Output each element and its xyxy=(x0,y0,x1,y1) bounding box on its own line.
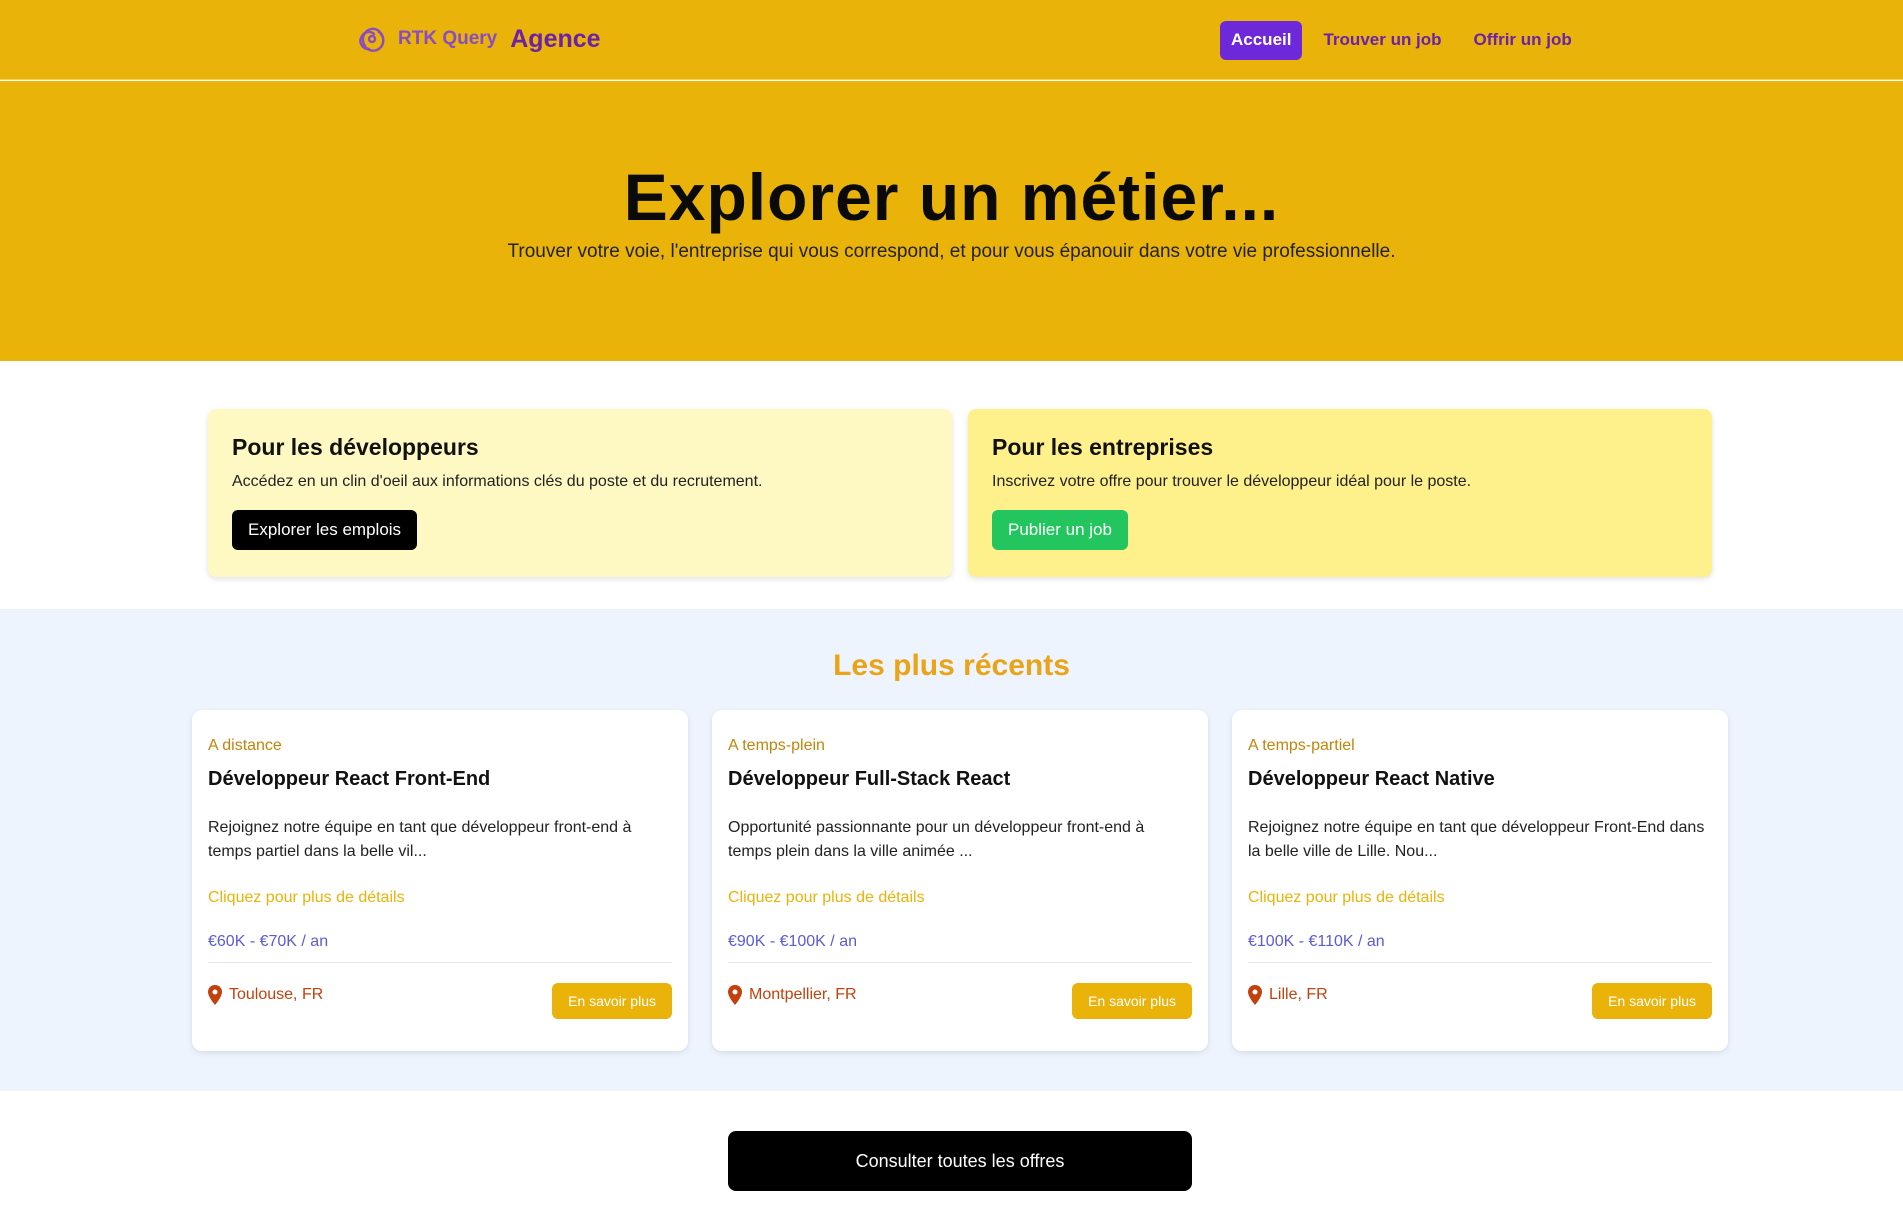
job-location-label: Lille, FR xyxy=(1269,986,1328,1003)
job-card: A temps-plein Développeur Full-Stack Rea… xyxy=(712,710,1208,1051)
map-pin-icon xyxy=(728,985,742,1005)
recent-jobs-section: Les plus récents A distance Développeur … xyxy=(0,609,1903,1091)
publish-job-button[interactable]: Publier un job xyxy=(992,510,1128,550)
divider xyxy=(728,962,1192,963)
job-location-label: Montpellier, FR xyxy=(749,986,857,1003)
job-details-link[interactable]: Cliquez pour plus de détails xyxy=(1248,889,1445,907)
job-salary: €60K - €70K / an xyxy=(208,933,329,950)
job-card: A temps-partiel Développeur React Native… xyxy=(1232,710,1728,1051)
view-all-offers-button[interactable]: Consulter toutes les offres xyxy=(728,1131,1192,1191)
developers-card-title: Pour les développeurs xyxy=(232,434,479,460)
brand-agence-label: Agence xyxy=(510,24,601,53)
job-details-link[interactable]: Cliquez pour plus de détails xyxy=(208,889,405,907)
developers-card: Pour les développeurs Accédez en un clin… xyxy=(208,409,952,577)
job-salary: €90K - €100K / an xyxy=(728,933,857,950)
divider xyxy=(1248,962,1712,963)
job-title: Développeur React Front-End xyxy=(208,768,491,790)
job-location: Montpellier, FR xyxy=(728,985,857,1005)
job-location: Toulouse, FR xyxy=(208,985,323,1005)
companies-card-title: Pour les entreprises xyxy=(992,434,1214,460)
job-details-link[interactable]: Cliquez pour plus de détails xyxy=(728,889,925,907)
job-type: A distance xyxy=(208,737,282,754)
job-location-label: Toulouse, FR xyxy=(229,986,324,1003)
map-pin-icon xyxy=(1248,985,1262,1005)
developers-card-desc: Accédez en un clin d'oeil aux informatio… xyxy=(232,473,763,490)
learn-more-button[interactable]: En savoir plus xyxy=(1592,983,1712,1019)
job-type: A temps-plein xyxy=(728,737,825,754)
job-title: Développeur React Native xyxy=(1248,768,1495,790)
nav-links: Accueil Trouver un job Offrir un job xyxy=(1220,20,1593,60)
learn-more-button[interactable]: En savoir plus xyxy=(1072,983,1192,1019)
companies-card: Pour les entreprises Inscrivez votre off… xyxy=(968,409,1712,577)
learn-more-button[interactable]: En savoir plus xyxy=(552,983,672,1019)
hero-subtitle: Trouver votre voie, l'entreprise qui vou… xyxy=(507,241,1396,262)
hero-title: Explorer un métier... xyxy=(623,160,1280,234)
job-location: Lille, FR xyxy=(1248,985,1328,1005)
brand-logo[interactable]: RTK Query Agence xyxy=(355,22,601,56)
job-description: Rejoignez notre équipe en tant que dével… xyxy=(208,819,632,860)
explore-jobs-button[interactable]: Explorer les emplois xyxy=(232,510,418,550)
job-title: Développeur Full-Stack React xyxy=(728,768,1011,790)
job-type: A temps-partiel xyxy=(1248,737,1355,754)
nav-link-accueil[interactable]: Accueil xyxy=(1220,20,1303,60)
nav-link-trouver-job[interactable]: Trouver un job xyxy=(1312,20,1452,60)
job-description: Opportunité passionnante pour un dévelop… xyxy=(728,819,1145,860)
companies-card-desc: Inscrivez votre offre pour trouver le dé… xyxy=(992,473,1472,490)
nav-link-offrir-job[interactable]: Offrir un job xyxy=(1463,20,1583,60)
divider xyxy=(208,962,672,963)
brand-rtk-label: RTK Query xyxy=(398,28,498,49)
job-salary: €100K - €110K / an xyxy=(1248,933,1385,950)
job-description: Rejoignez notre équipe en tant que dével… xyxy=(1248,819,1705,860)
job-card: A distance Développeur React Front-End R… xyxy=(192,710,688,1051)
map-pin-icon xyxy=(208,985,222,1005)
hero-section: Explorer un métier... Trouver votre voie… xyxy=(0,81,1903,361)
navbar: RTK Query Agence Accueil Trouver un job … xyxy=(0,0,1903,80)
redux-logo-icon xyxy=(359,27,385,52)
recent-jobs-title: Les plus récents xyxy=(833,649,1070,682)
